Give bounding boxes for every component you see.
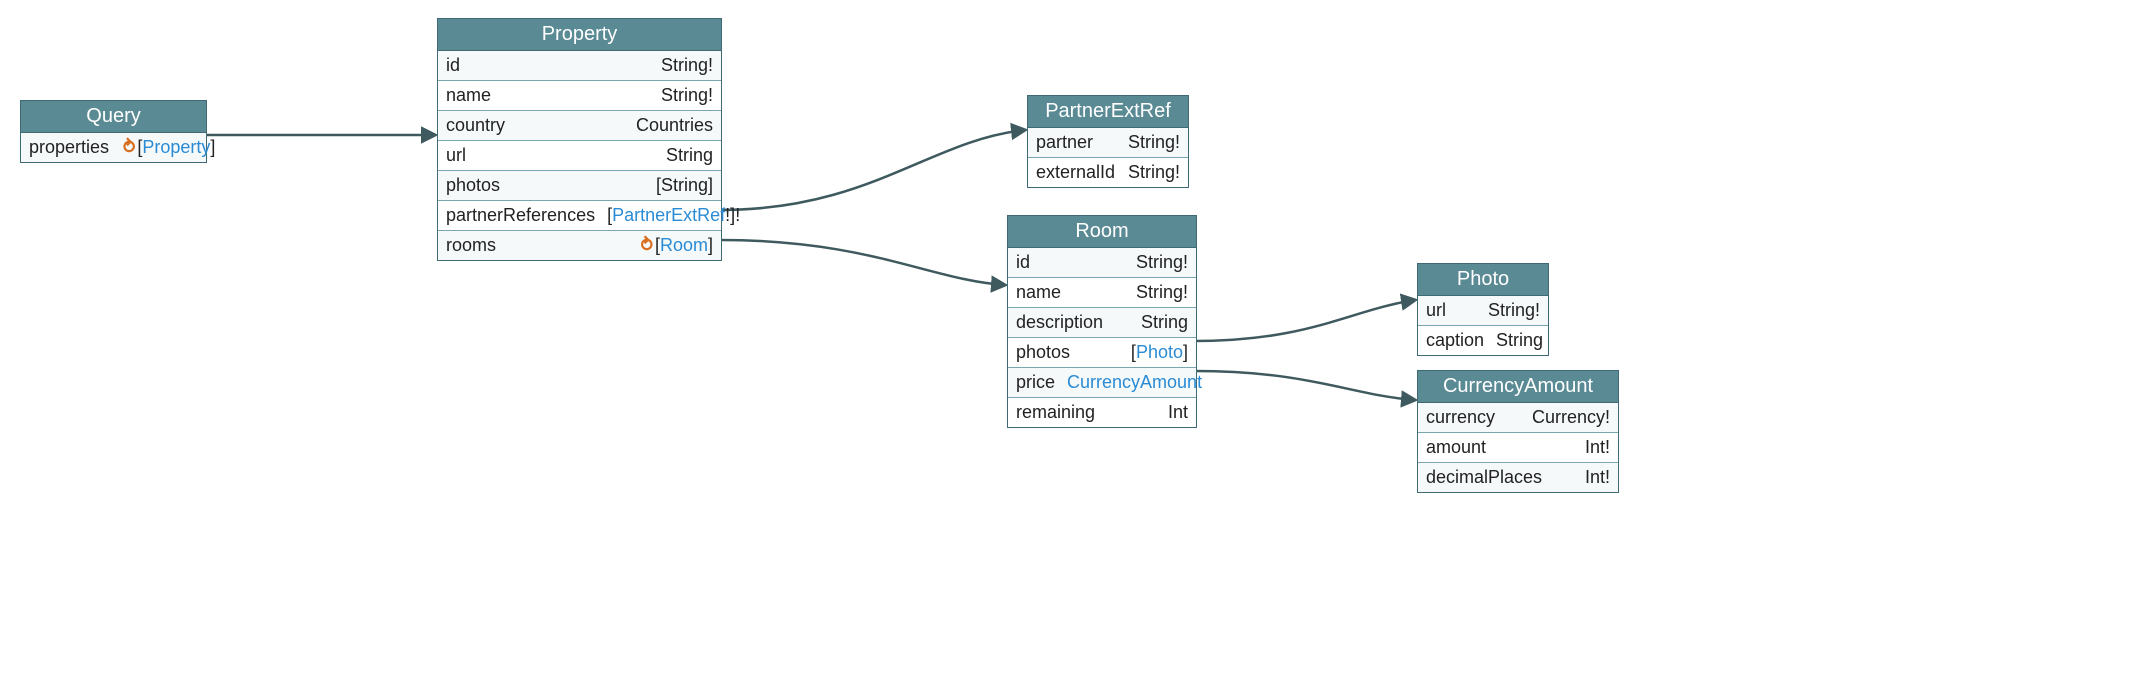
edge-property-to-room bbox=[720, 240, 1005, 285]
field-photo-caption: caption String bbox=[1418, 325, 1548, 355]
field-query-properties: properties ⥁[Property] bbox=[21, 133, 206, 162]
field-type: [PartnerExtRef!]! bbox=[607, 205, 740, 226]
field-room-id: id String! bbox=[1008, 248, 1196, 277]
field-room-photos: photos [Photo] bbox=[1008, 337, 1196, 367]
field-type: ⥁[Property] bbox=[121, 137, 215, 158]
entity-partnerextref-title: PartnerExtRef bbox=[1028, 96, 1188, 128]
field-type: ⥁[Room] bbox=[639, 235, 713, 256]
field-name: properties bbox=[29, 137, 109, 158]
field-room-price: price CurrencyAmount bbox=[1008, 367, 1196, 397]
entity-room-title: Room bbox=[1008, 216, 1196, 248]
field-room-description: description String bbox=[1008, 307, 1196, 337]
entity-property-title: Property bbox=[438, 19, 721, 51]
entity-room: Room id String! name String! description… bbox=[1007, 215, 1197, 428]
field-property-id: id String! bbox=[438, 51, 721, 80]
edge-property-to-partnerextref bbox=[720, 130, 1025, 210]
field-property-rooms: rooms ⥁[Room] bbox=[438, 230, 721, 260]
field-property-photos: photos [String] bbox=[438, 170, 721, 200]
field-currencyamount-decimalplaces: decimalPlaces Int! bbox=[1418, 462, 1618, 492]
entity-photo: Photo url String! caption String bbox=[1417, 263, 1549, 356]
pagination-icon: ⥁ bbox=[641, 236, 653, 254]
entity-property: Property id String! name String! country… bbox=[437, 18, 722, 261]
pagination-icon: ⥁ bbox=[123, 138, 135, 156]
field-property-url: url String bbox=[438, 140, 721, 170]
edge-room-to-currencyamount bbox=[1195, 371, 1415, 400]
field-property-partnerreferences: partnerReferences [PartnerExtRef!]! bbox=[438, 200, 721, 230]
field-property-country: country Countries bbox=[438, 110, 721, 140]
field-property-name: name String! bbox=[438, 80, 721, 110]
entity-currencyamount: CurrencyAmount currency Currency! amount… bbox=[1417, 370, 1619, 493]
entity-query-title: Query bbox=[21, 101, 206, 133]
edge-room-to-photo bbox=[1195, 300, 1415, 341]
field-room-name: name String! bbox=[1008, 277, 1196, 307]
field-photo-url: url String! bbox=[1418, 296, 1548, 325]
field-partnerextref-externalid: externalId String! bbox=[1028, 157, 1188, 187]
field-partnerextref-partner: partner String! bbox=[1028, 128, 1188, 157]
entity-currencyamount-title: CurrencyAmount bbox=[1418, 371, 1618, 403]
field-currencyamount-currency: currency Currency! bbox=[1418, 403, 1618, 432]
entity-query: Query properties ⥁[Property] bbox=[20, 100, 207, 163]
entity-partnerextref: PartnerExtRef partner String! externalId… bbox=[1027, 95, 1189, 188]
entity-photo-title: Photo bbox=[1418, 264, 1548, 296]
schema-diagram: { "colors": { "header_bg": "#5a8a94", "h… bbox=[0, 0, 2149, 693]
field-room-remaining: remaining Int bbox=[1008, 397, 1196, 427]
field-currencyamount-amount: amount Int! bbox=[1418, 432, 1618, 462]
field-type: [Photo] bbox=[1131, 342, 1188, 363]
